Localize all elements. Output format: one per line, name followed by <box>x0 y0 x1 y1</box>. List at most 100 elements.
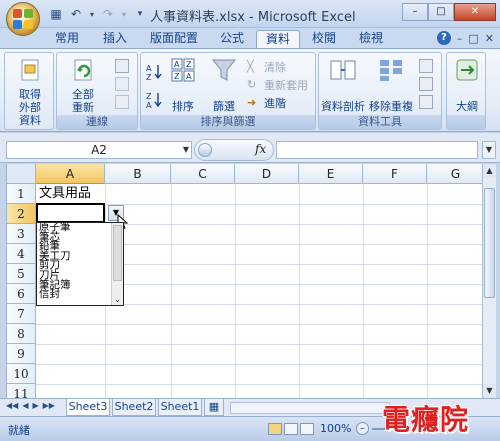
edit-links-icon[interactable] <box>115 95 129 109</box>
scroll-up-icon[interactable]: ▲ <box>483 164 496 178</box>
cell-a1[interactable]: 文具用品 <box>39 184 91 204</box>
undo-icon[interactable]: ↶ <box>68 7 84 21</box>
remove-duplicates-icon <box>380 60 402 81</box>
sheet-tab-sheet2[interactable]: Sheet2 <box>112 399 156 416</box>
tab-view[interactable]: 檢視 <box>350 30 392 48</box>
zoom-level[interactable]: 100% <box>320 422 351 435</box>
connections-icon[interactable] <box>115 59 129 73</box>
customize-qat-icon[interactable]: ▾ <box>132 9 148 19</box>
formula-input[interactable] <box>276 141 478 159</box>
save-icon[interactable]: ▦ <box>48 7 64 21</box>
next-sheet-icon[interactable]: ▶ <box>32 401 38 410</box>
tab-home[interactable]: 常用 <box>46 30 88 48</box>
column-header-c[interactable]: C <box>171 164 235 184</box>
properties-icon[interactable] <box>115 77 129 91</box>
vertical-scrollbar[interactable]: ▲ ▼ <box>482 164 496 398</box>
row-header[interactable]: 3 <box>7 224 36 244</box>
consolidate-icon[interactable] <box>419 77 433 91</box>
validation-dropdown-list[interactable]: 原子筆 筆芯 鉛筆 美工刀 剪刀 刀片 筆記簿 信封 ⌄ <box>36 222 124 306</box>
sort-ascending-icon[interactable]: A Z <box>145 63 163 81</box>
dropdown-scrollbar[interactable]: ⌄ <box>111 223 123 305</box>
tab-review[interactable]: 校閱 <box>304 30 344 48</box>
window-controls: – □ ✕ <box>402 3 496 21</box>
active-cell-a2[interactable] <box>36 203 105 223</box>
first-sheet-icon[interactable]: ◀◀ <box>6 401 18 410</box>
sort-descending-icon[interactable]: Z A <box>145 91 163 109</box>
expand-formula-bar-icon[interactable]: ▼ <box>482 141 496 159</box>
row-header[interactable]: 2 <box>7 204 36 224</box>
row-header[interactable]: 9 <box>7 344 36 364</box>
filter-button[interactable]: 篩選 <box>207 57 241 113</box>
tab-formulas[interactable]: 公式 <box>212 30 252 48</box>
redo-dropdown-icon[interactable]: ▾ <box>120 10 128 19</box>
advanced-filter-button[interactable]: ➜ 進階 <box>247 95 286 111</box>
undo-dropdown-icon[interactable]: ▾ <box>88 10 96 19</box>
normal-view-icon[interactable] <box>268 423 282 435</box>
tab-page-layout[interactable]: 版面配置 <box>142 30 206 48</box>
maximize-button[interactable]: □ <box>428 3 454 21</box>
data-validation-icon[interactable] <box>419 59 433 73</box>
insert-function-icon[interactable]: fx <box>255 142 266 156</box>
text-to-columns-icon <box>330 60 356 80</box>
sheet-tab-sheet3[interactable]: Sheet3 <box>66 399 110 416</box>
office-button[interactable] <box>6 2 40 36</box>
row-header[interactable]: 10 <box>7 364 36 384</box>
zoom-out-icon[interactable]: – <box>356 422 369 435</box>
column-header-f[interactable]: F <box>363 164 427 184</box>
help-icon[interactable]: ? <box>436 31 451 45</box>
text-to-columns-button[interactable]: 資料剖析 <box>319 57 367 113</box>
close-button[interactable]: ✕ <box>454 3 496 21</box>
name-box[interactable]: A2 ▼ <box>6 141 192 159</box>
column-header-b[interactable]: B <box>105 164 171 184</box>
minimize-button[interactable]: – <box>402 3 428 21</box>
svg-text:Z: Z <box>146 92 152 101</box>
remove-duplicates-button[interactable]: 移除重複 <box>367 57 415 113</box>
office-logo-icon <box>13 9 33 29</box>
horizontal-scrollbar[interactable] <box>230 402 390 414</box>
group-data-tools: 資料剖析 移除重複 資料工具 <box>318 52 442 130</box>
formula-splitter-handle[interactable] <box>198 143 212 157</box>
get-external-data-button[interactable]: 取得外部資料 <box>7 57 53 127</box>
column-header-e[interactable]: E <box>299 164 363 184</box>
row-header[interactable]: 8 <box>7 324 36 344</box>
reapply-button[interactable]: ↻ 重新套用 <box>247 77 308 93</box>
insert-sheet-icon[interactable]: ▦ <box>204 399 224 416</box>
scroll-down-icon[interactable]: ▼ <box>483 384 496 398</box>
row-header[interactable]: 1 <box>7 184 36 204</box>
data-tools-group-label: 資料工具 <box>319 115 441 129</box>
outline-button[interactable]: 大綱 <box>449 57 485 113</box>
row-header[interactable]: 7 <box>7 304 36 324</box>
scroll-down-icon[interactable]: ⌄ <box>112 295 123 304</box>
column-header-d[interactable]: D <box>235 164 299 184</box>
what-if-analysis-icon[interactable] <box>419 95 433 109</box>
clear-filter-button[interactable]: ╳ 清除 <box>247 59 286 75</box>
redo-icon[interactable]: ↷ <box>100 7 116 21</box>
row-header[interactable]: 4 <box>7 244 36 264</box>
column-header-a[interactable]: A <box>36 164 105 184</box>
dropdown-scroll-thumb[interactable] <box>113 225 122 281</box>
tab-insert[interactable]: 插入 <box>94 30 136 48</box>
last-sheet-icon[interactable]: ▶▶ <box>43 401 55 410</box>
filter-label: 篩選 <box>213 100 235 113</box>
prev-sheet-icon[interactable]: ◀ <box>22 401 28 410</box>
reapply-label: 重新套用 <box>264 79 308 92</box>
sheet-tab-sheet1[interactable]: Sheet1 <box>158 399 202 416</box>
sort-button[interactable]: A Z Z A 排序 <box>167 57 199 113</box>
tab-data[interactable]: 資料 <box>256 30 300 48</box>
select-all-corner[interactable] <box>7 164 36 184</box>
row-header[interactable]: 6 <box>7 284 36 304</box>
grid-line <box>36 364 482 365</box>
page-layout-view-icon[interactable] <box>284 423 298 435</box>
column-header-g[interactable]: G <box>427 164 482 184</box>
sort-dialog-icon: A Z Z A <box>171 58 195 82</box>
worksheet-grid[interactable]: A B C D E F G 1 2 3 4 5 6 7 8 9 10 11 文具… <box>6 164 482 398</box>
ribbon-minimize-icon[interactable]: – <box>457 32 463 45</box>
vertical-scroll-thumb[interactable] <box>484 188 495 298</box>
ribbon-close-icon[interactable]: ✕ <box>485 32 494 45</box>
name-box-value: A2 <box>91 143 107 157</box>
row-header[interactable]: 11 <box>7 384 36 398</box>
ribbon-restore-icon[interactable]: □ <box>468 32 478 45</box>
page-break-view-icon[interactable] <box>300 423 314 435</box>
row-header[interactable]: 5 <box>7 264 36 284</box>
name-box-dropdown-icon[interactable]: ▼ <box>183 142 189 158</box>
